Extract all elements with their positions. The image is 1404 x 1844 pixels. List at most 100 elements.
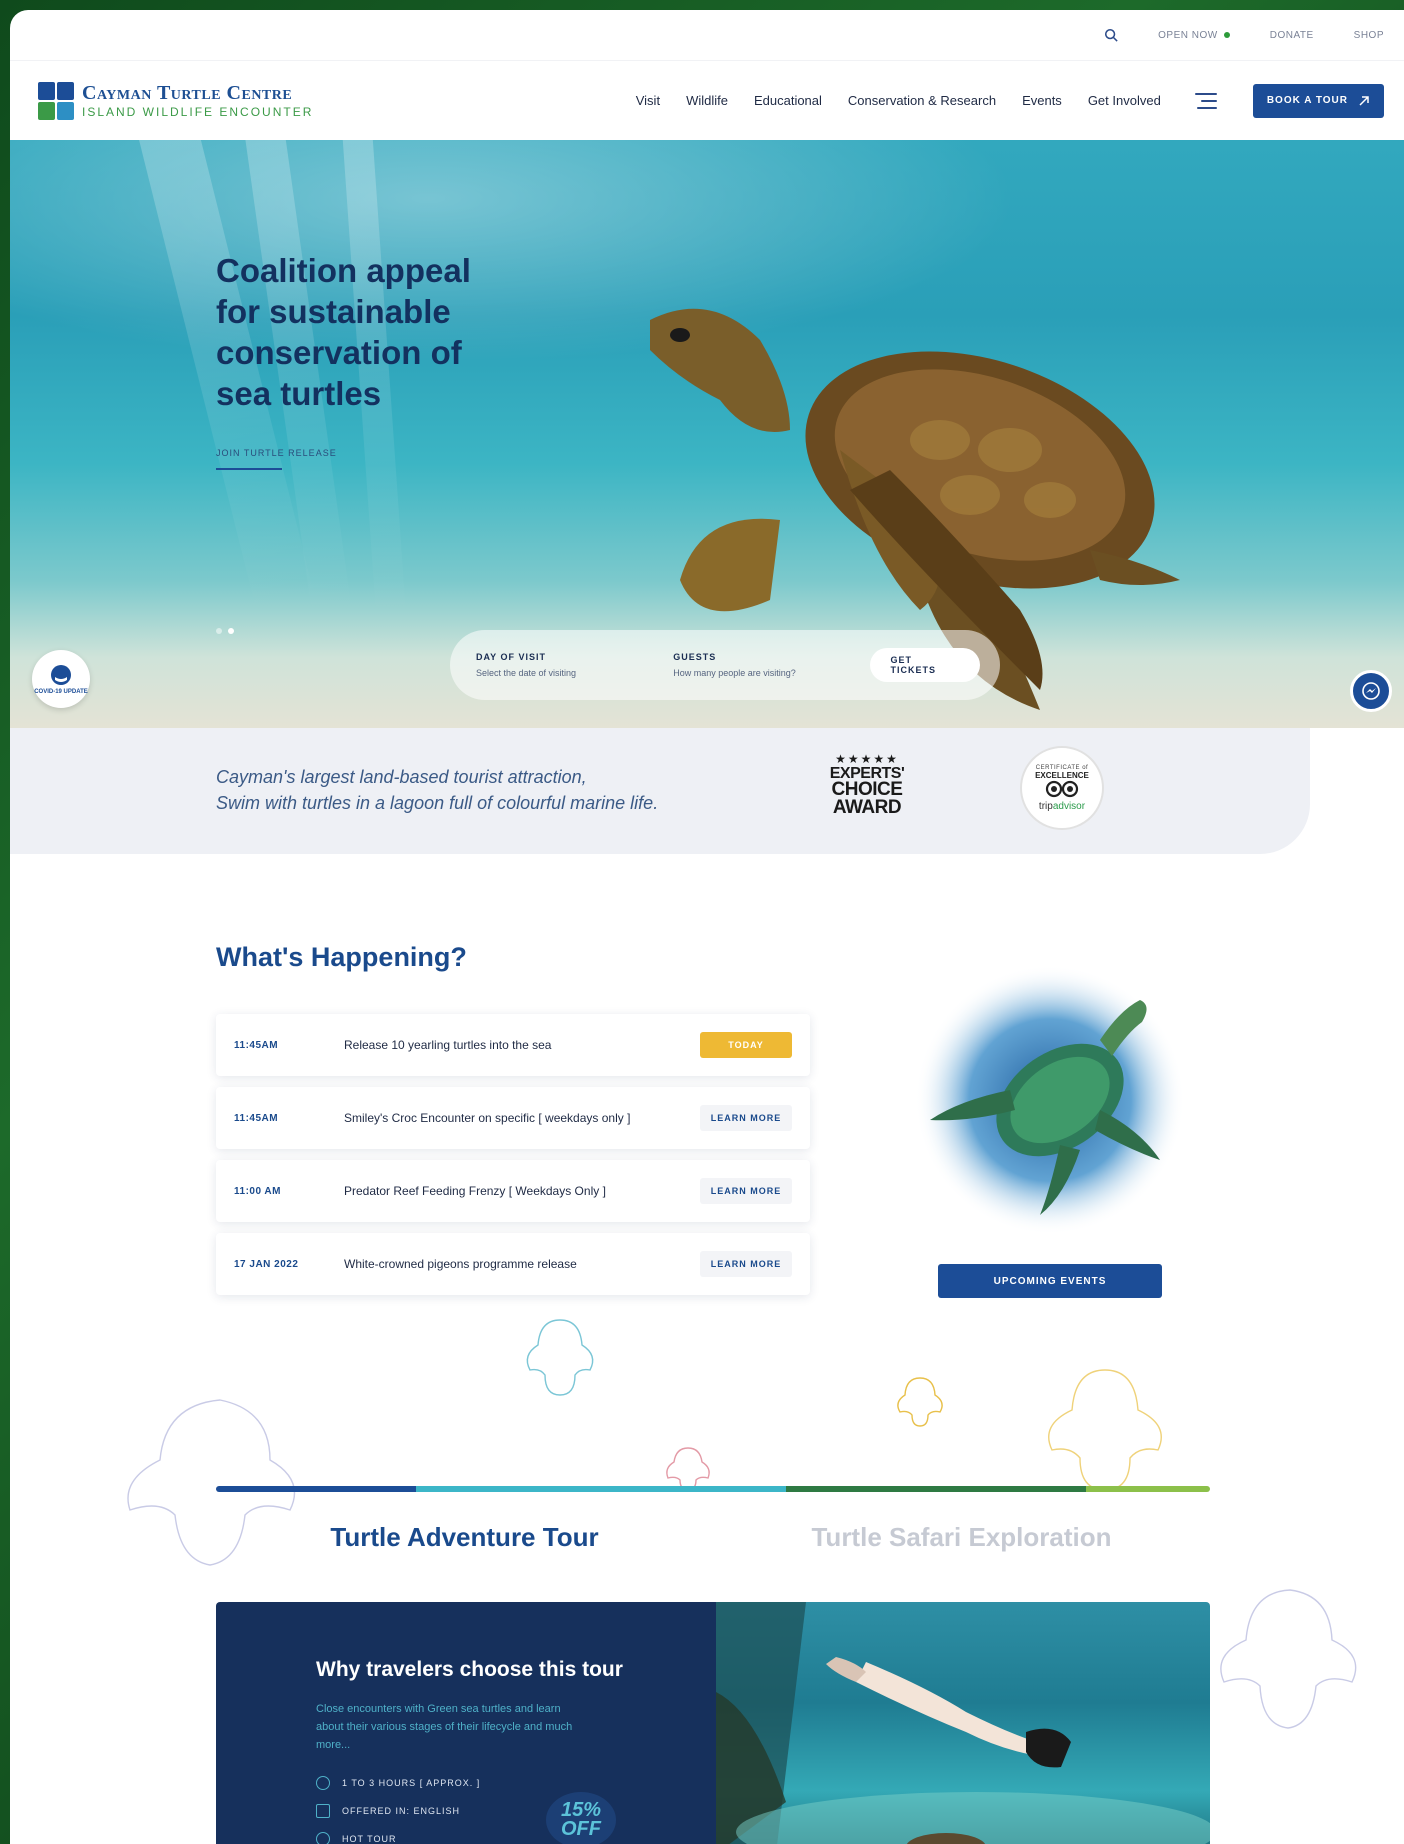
- event-description: Predator Reef Feeding Frenzy [ Weekdays …: [344, 1184, 606, 1198]
- learn-more-button[interactable]: LEARN MORE: [700, 1251, 792, 1277]
- day-of-visit-label: DAY OF VISIT: [476, 652, 547, 662]
- hero-banner: Coalition appeal for sustainable conserv…: [10, 140, 1404, 728]
- event-time: 11:45AM: [234, 1039, 279, 1051]
- search-button[interactable]: [1104, 28, 1118, 42]
- page: OPEN NOW DONATE SHOP Cayman Turtle Centr…: [10, 10, 1404, 1844]
- utility-bar: OPEN NOW DONATE SHOP: [10, 10, 1404, 60]
- logo-title: Cayman Turtle Centre: [82, 82, 293, 104]
- guests-field[interactable]: GUESTS How many people are visiting?: [673, 652, 870, 678]
- tripadvisor-owl-icon: [1045, 780, 1079, 797]
- intro-line-2: Swim with turtles in a lagoon full of co…: [216, 793, 659, 813]
- tour-feature-hot: HOT TOUR: [316, 1832, 716, 1844]
- tour-card-description: Close encounters with Green sea turtles …: [316, 1703, 573, 1751]
- hero-link[interactable]: JOIN TURTLE RELEASE: [216, 448, 337, 458]
- tour-feature-label: HOT TOUR: [342, 1834, 397, 1844]
- tour-feature-duration: 1 TO 3 HOURS [ APPROX. ]: [316, 1776, 716, 1790]
- tour-feature-label: 1 TO 3 HOURS [ APPROX. ]: [342, 1778, 481, 1788]
- guests-label: GUESTS: [673, 652, 717, 662]
- covid-update-badge[interactable]: COVID-19 UPDATE: [32, 650, 90, 708]
- tour-tabs: Turtle Adventure Tour Turtle Safari Expl…: [216, 1522, 1210, 1563]
- clock-icon: [316, 1776, 330, 1790]
- logo-mark-icon: [38, 81, 74, 120]
- events-list: 11:45AM Release 10 yearling turtles into…: [216, 1014, 810, 1306]
- whats-happening-title: What's Happening?: [216, 942, 467, 972]
- award-stars-icon: ★★★★★: [835, 752, 899, 766]
- tour-feature-label: OFFERED IN: ENGLISH: [342, 1806, 461, 1816]
- snorkeler-illustration: [716, 1602, 1210, 1844]
- tour-card: Why travelers choose this tour Close enc…: [216, 1602, 1210, 1844]
- globe-mask-icon: [51, 664, 71, 685]
- main-nav: Visit Wildlife Educational Conservation …: [636, 93, 1161, 108]
- upcoming-events-button[interactable]: UPCOMING EVENTS: [938, 1264, 1162, 1298]
- day-of-visit-hint: Select the date of visiting: [476, 668, 577, 678]
- get-tickets-button[interactable]: GET TICKETS: [870, 648, 981, 682]
- event-description: Release 10 yearling turtles into the sea: [344, 1038, 552, 1052]
- hero-link-underline: [216, 468, 282, 470]
- event-description: Smiley's Croc Encounter on specific [ we…: [344, 1111, 631, 1125]
- nav-wildlife[interactable]: Wildlife: [686, 93, 728, 108]
- turtle-outline-icon: [1048, 1369, 1162, 1491]
- status-dot-icon: [1223, 32, 1230, 38]
- open-now-label: OPEN NOW: [1158, 29, 1218, 41]
- turtle-outline-icon: [526, 1319, 594, 1396]
- day-of-visit-field[interactable]: DAY OF VISIT Select the date of visiting: [476, 652, 673, 678]
- tab-turtle-adventure-tour[interactable]: Turtle Adventure Tour: [216, 1522, 713, 1563]
- nav-get-involved[interactable]: Get Involved: [1088, 93, 1161, 108]
- book-tour-label: BOOK A TOUR: [1266, 95, 1348, 106]
- tab-turtle-safari-exploration[interactable]: Turtle Safari Exploration: [713, 1522, 1210, 1563]
- experts-choice-award: ★★★★★ EXPERTS' CHOICE AWARD: [822, 752, 912, 817]
- hero-title: Coalition appeal for sustainable conserv…: [216, 252, 471, 412]
- tripadvisor-wordmark: tripadvisor: [1038, 800, 1086, 812]
- event-today-badge[interactable]: TODAY: [700, 1032, 792, 1058]
- shop-link[interactable]: SHOP: [1354, 30, 1384, 41]
- nav-educational[interactable]: Educational: [754, 93, 822, 108]
- discount-badge[interactable]: 15% OFF: [546, 1792, 616, 1844]
- booking-widget: DAY OF VISIT Select the date of visiting…: [450, 630, 1000, 700]
- tour-features: 1 TO 3 HOURS [ APPROX. ] OFFERED IN: ENG…: [316, 1776, 716, 1844]
- guests-hint: How many people are visiting?: [673, 668, 796, 678]
- carousel-dot-active[interactable]: [228, 628, 234, 634]
- learn-more-button[interactable]: LEARN MORE: [700, 1178, 792, 1204]
- turtle-outline-icon: [897, 1377, 943, 1427]
- event-time: 11:45AM: [234, 1112, 279, 1124]
- event-row[interactable]: 11:45AM Smiley's Croc Encounter on speci…: [216, 1087, 810, 1149]
- tripadvisor-badge: CERTIFICATE of EXCELLENCE tripadvisor: [1020, 746, 1104, 830]
- event-time: 11:00 AM: [234, 1185, 281, 1197]
- event-row[interactable]: 11:45AM Release 10 yearling turtles into…: [216, 1014, 810, 1076]
- carousel-dot[interactable]: [216, 628, 222, 634]
- messenger-icon: [1362, 682, 1380, 700]
- intro-band: Cayman's largest land-based tourist attr…: [10, 728, 1310, 854]
- main-header: Cayman Turtle Centre ISLAND WILDLIFE ENC…: [10, 60, 1404, 140]
- event-time: 17 JAN 2022: [234, 1258, 299, 1270]
- tour-card-title: Why travelers choose this tour: [316, 1658, 623, 1681]
- language-icon: [316, 1804, 330, 1818]
- nav-visit[interactable]: Visit: [636, 93, 660, 108]
- messenger-chat-button[interactable]: [1350, 670, 1392, 712]
- donate-link[interactable]: DONATE: [1270, 30, 1314, 41]
- hamburger-menu-icon[interactable]: [1194, 92, 1217, 109]
- carousel-dots: [216, 628, 234, 634]
- event-row[interactable]: 17 JAN 2022 White-crowned pigeons progra…: [216, 1233, 810, 1295]
- flame-icon: [316, 1832, 330, 1844]
- tour-card-info: Why travelers choose this tour Close enc…: [216, 1602, 716, 1844]
- logo-subtitle: ISLAND WILDLIFE ENCOUNTER: [82, 105, 314, 119]
- site-logo[interactable]: Cayman Turtle Centre ISLAND WILDLIFE ENC…: [38, 81, 314, 120]
- intro-line-1: Cayman's largest land-based tourist attr…: [216, 767, 587, 787]
- nav-conservation-research[interactable]: Conservation & Research: [848, 93, 996, 108]
- trip-excellence-label: EXCELLENCE: [1035, 770, 1089, 780]
- event-description: White-crowned pigeons programme release: [344, 1257, 577, 1271]
- turtle-outline-icon: [1220, 1589, 1357, 1729]
- event-row[interactable]: 11:00 AM Predator Reef Feeding Frenzy [ …: [216, 1160, 810, 1222]
- tour-feature-language: OFFERED IN: ENGLISH: [316, 1804, 716, 1818]
- book-tour-button[interactable]: BOOK A TOUR: [1252, 83, 1384, 118]
- award-line-3: AWARD: [832, 797, 902, 818]
- intro-text: Cayman's largest land-based tourist attr…: [216, 764, 658, 816]
- covid-update-label: COVID-19 UPDATE: [34, 688, 88, 695]
- watercolor-turtle-image: [915, 965, 1185, 1235]
- nav-events[interactable]: Events: [1022, 93, 1062, 108]
- search-icon: [1105, 28, 1118, 42]
- tour-tab-progress-bar: [216, 1486, 1210, 1492]
- learn-more-button[interactable]: LEARN MORE: [700, 1105, 792, 1131]
- snorkeler-image: [716, 1602, 1210, 1844]
- open-now-status[interactable]: OPEN NOW: [1158, 30, 1230, 41]
